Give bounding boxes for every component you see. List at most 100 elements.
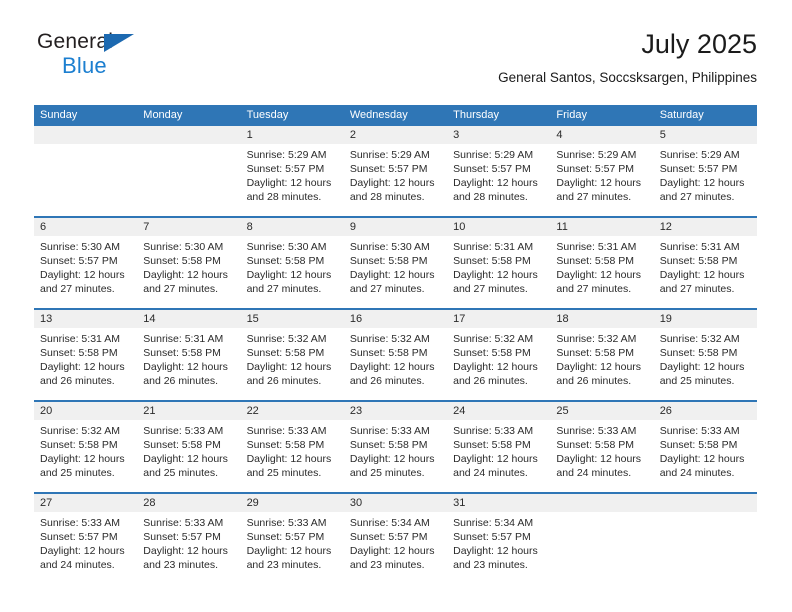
day-detail-line: Daylight: 12 hours	[453, 453, 538, 465]
day-detail-line: and 28 minutes.	[349, 191, 425, 203]
day-detail-line: Daylight: 12 hours	[40, 545, 125, 557]
day-number[interactable]: 30	[344, 494, 447, 512]
day-detail-line: Sunrise: 5:33 AM	[143, 425, 224, 437]
week-daynumber-band: 27 28 29 30 31	[34, 494, 757, 512]
day-number[interactable]: 3	[447, 126, 550, 144]
day-cell[interactable]: Sunrise: 5:34 AM Sunset: 5:57 PM Daylight:…	[344, 512, 447, 584]
day-detail-line: Sunset: 5:58 PM	[143, 255, 221, 267]
day-detail-line: Sunset: 5:57 PM	[349, 531, 428, 543]
day-cell[interactable]: Sunrise: 5:33 AM Sunset: 5:58 PM Daylight:…	[447, 420, 550, 492]
weekday-header-friday: Friday	[556, 109, 587, 121]
day-detail-line: and 24 minutes.	[40, 559, 115, 571]
day-cell[interactable]: Sunrise: 5:30 AM Sunset: 5:58 PM Daylight:…	[344, 236, 447, 308]
day-number[interactable]: 6	[34, 218, 137, 236]
day-detail-line: Daylight: 12 hours	[659, 453, 745, 465]
day-cell[interactable]: Sunrise: 5:30 AM Sunset: 5:58 PM Daylight:…	[137, 236, 240, 308]
day-number[interactable]: 25	[550, 402, 653, 420]
day-number[interactable]: 17	[447, 310, 550, 328]
day-detail-line: Sunrise: 5:31 AM	[556, 241, 637, 253]
day-cell[interactable]: Sunrise: 5:30 AM Sunset: 5:57 PM Daylight:…	[34, 236, 137, 308]
day-cell[interactable]: Sunrise: 5:33 AM Sunset: 5:58 PM Daylight:…	[654, 420, 757, 492]
day-detail-line: and 27 minutes.	[349, 283, 425, 295]
day-number[interactable]: 31	[447, 494, 550, 512]
day-cell[interactable]: Sunrise: 5:32 AM Sunset: 5:58 PM Daylight:…	[241, 328, 344, 400]
day-cell[interactable]: Sunrise: 5:30 AM Sunset: 5:58 PM Daylight:…	[241, 236, 344, 308]
day-number[interactable]: 24	[447, 402, 550, 420]
day-number[interactable]: 1	[241, 126, 344, 144]
calendar-week-row: 1 2 3 4 5 Sunrise: 5:29 AM Sunset: 5:57 PM Dayl…	[34, 126, 757, 216]
day-detail-line: and 27 minutes.	[246, 283, 322, 295]
day-cell[interactable]: Sunrise: 5:31 AM Sunset: 5:58 PM Daylight:…	[137, 328, 240, 400]
day-number[interactable]: 11	[550, 218, 653, 236]
day-number[interactable]: 27	[34, 494, 137, 512]
day-cell[interactable]: Sunrise: 5:31 AM Sunset: 5:58 PM Daylight:…	[654, 236, 757, 308]
day-cell[interactable]: Sunrise: 5:31 AM Sunset: 5:58 PM Daylight:…	[34, 328, 137, 400]
day-cell[interactable]: Sunrise: 5:33 AM Sunset: 5:58 PM Daylight:…	[550, 420, 653, 492]
day-detail-line: Sunset: 5:58 PM	[659, 347, 738, 359]
day-number[interactable]: 21	[137, 402, 240, 420]
day-number[interactable]: 7	[137, 218, 240, 236]
general-blue-logo[interactable]: General Blue	[34, 28, 254, 90]
day-cell[interactable]: Sunrise: 5:29 AM Sunset: 5:57 PM Daylight:…	[654, 144, 757, 216]
day-number[interactable]: 23	[344, 402, 447, 420]
week-daynumber-band: 20 21 22 23 24 25 26	[34, 402, 757, 420]
day-detail-line: Sunset: 5:58 PM	[143, 347, 221, 359]
day-detail-line: and 26 minutes.	[246, 375, 322, 387]
day-detail-line: Sunrise: 5:33 AM	[40, 517, 120, 529]
day-detail-line: Daylight: 12 hours	[556, 361, 642, 373]
day-cell[interactable]: Sunrise: 5:33 AM Sunset: 5:57 PM Daylight:…	[137, 512, 240, 584]
day-number[interactable]: 18	[550, 310, 653, 328]
day-cell[interactable]: Sunrise: 5:34 AM Sunset: 5:57 PM Daylight:…	[447, 512, 550, 584]
day-detail-line: Sunrise: 5:31 AM	[143, 333, 224, 345]
day-cell[interactable]: Sunrise: 5:33 AM Sunset: 5:58 PM Daylight:…	[241, 420, 344, 492]
day-cell[interactable]: Sunrise: 5:33 AM Sunset: 5:58 PM Daylight:…	[344, 420, 447, 492]
calendar-week-row: 13 14 15 16 17 18 19 Sunrise: 5:31 AM Sunset: 5:…	[34, 308, 757, 400]
day-number[interactable]: 5	[654, 126, 757, 144]
day-number[interactable]: 28	[137, 494, 240, 512]
day-detail-line: Sunset: 5:57 PM	[659, 163, 738, 175]
day-cell[interactable]: Sunrise: 5:29 AM Sunset: 5:57 PM Daylight:…	[241, 144, 344, 216]
day-number[interactable]: 10	[447, 218, 550, 236]
day-detail-line: Sunset: 5:57 PM	[40, 255, 118, 267]
day-detail-line: Sunrise: 5:29 AM	[246, 149, 327, 161]
day-detail-line: Sunset: 5:58 PM	[40, 439, 118, 451]
day-number[interactable]: 12	[654, 218, 757, 236]
day-number[interactable]: 19	[654, 310, 757, 328]
day-cell[interactable]: Sunrise: 5:29 AM Sunset: 5:57 PM Daylight:…	[550, 144, 653, 216]
day-cell[interactable]: Sunrise: 5:31 AM Sunset: 5:58 PM Daylight:…	[550, 236, 653, 308]
day-detail-line: Sunrise: 5:30 AM	[40, 241, 120, 253]
page-title: July 2025	[641, 29, 757, 59]
day-number[interactable]: 13	[34, 310, 137, 328]
day-cell[interactable]: Sunrise: 5:33 AM Sunset: 5:57 PM Daylight:…	[241, 512, 344, 584]
day-cell[interactable]: Sunrise: 5:32 AM Sunset: 5:58 PM Daylight:…	[447, 328, 550, 400]
day-number[interactable]: 15	[241, 310, 344, 328]
day-cell[interactable]: Sunrise: 5:33 AM Sunset: 5:57 PM Daylight:…	[34, 512, 137, 584]
week-detail-band: Sunrise: 5:31 AM Sunset: 5:58 PM Daylight:…	[34, 328, 757, 400]
day-cell[interactable]: Sunrise: 5:29 AM Sunset: 5:57 PM Daylight:…	[344, 144, 447, 216]
day-cell[interactable]: Sunrise: 5:32 AM Sunset: 5:58 PM Daylight:…	[344, 328, 447, 400]
day-detail-line: Sunset: 5:58 PM	[246, 439, 325, 451]
day-cell[interactable]: Sunrise: 5:32 AM Sunset: 5:58 PM Daylight:…	[654, 328, 757, 400]
day-cell[interactable]: Sunrise: 5:33 AM Sunset: 5:58 PM Daylight:…	[137, 420, 240, 492]
day-cell[interactable]: Sunrise: 5:31 AM Sunset: 5:58 PM Daylight:…	[447, 236, 550, 308]
day-cell[interactable]: Sunrise: 5:32 AM Sunset: 5:58 PM Daylight:…	[34, 420, 137, 492]
day-detail-line: and 27 minutes.	[659, 191, 735, 203]
day-number[interactable]: 14	[137, 310, 240, 328]
week-detail-band: Sunrise: 5:30 AM Sunset: 5:57 PM Daylight:…	[34, 236, 757, 308]
day-number[interactable]: 29	[241, 494, 344, 512]
day-number[interactable]: 9	[344, 218, 447, 236]
day-cell[interactable]: Sunrise: 5:32 AM Sunset: 5:58 PM Daylight:…	[550, 328, 653, 400]
day-number[interactable]: 22	[241, 402, 344, 420]
day-number[interactable]: 20	[34, 402, 137, 420]
day-detail-line: Sunset: 5:58 PM	[246, 347, 325, 359]
day-number[interactable]: 2	[344, 126, 447, 144]
day-number[interactable]: 16	[344, 310, 447, 328]
day-detail-line: Sunrise: 5:33 AM	[246, 517, 327, 529]
day-number[interactable]: 4	[550, 126, 653, 144]
day-cell[interactable]: Sunrise: 5:29 AM Sunset: 5:57 PM Daylight:…	[447, 144, 550, 216]
day-number[interactable]: 26	[654, 402, 757, 420]
logo-triangle-icon	[104, 34, 134, 52]
day-number[interactable]: 8	[241, 218, 344, 236]
day-detail-line: Daylight: 12 hours	[143, 453, 228, 465]
day-detail-line: and 26 minutes.	[40, 375, 115, 387]
